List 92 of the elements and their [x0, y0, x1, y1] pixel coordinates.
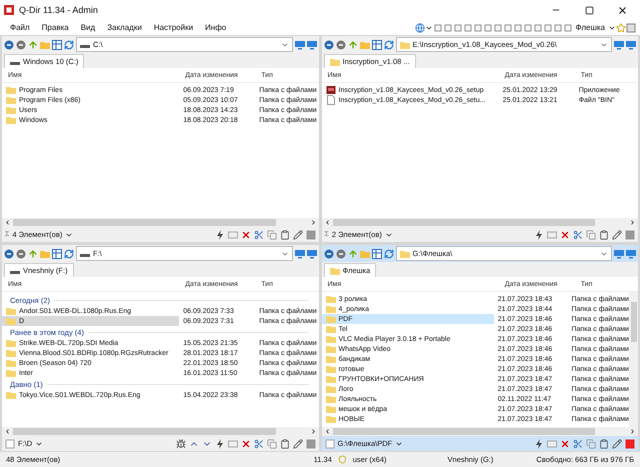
menu-item[interactable]: Настройки	[148, 23, 200, 32]
cut-icon[interactable]	[573, 230, 583, 240]
layout-icon[interactable]	[512, 22, 523, 32]
drive-button[interactable]: Флешка	[572, 23, 608, 32]
layout-icon[interactable]	[442, 22, 453, 32]
up-arrow-icon[interactable]	[348, 248, 358, 258]
folder-icon	[400, 248, 410, 258]
monitor-icon[interactable]	[294, 40, 304, 50]
horizontal-scrollbar[interactable]	[322, 218, 638, 227]
close-icon[interactable]	[616, 4, 628, 16]
globe-icon[interactable]	[414, 22, 425, 32]
maximize-icon[interactable]	[584, 6, 594, 14]
paste-icon[interactable]	[280, 438, 290, 448]
monitor-icon[interactable]	[306, 248, 316, 258]
delete-icon[interactable]	[560, 230, 570, 240]
back-icon[interactable]	[324, 248, 334, 258]
rename-icon[interactable]	[612, 438, 622, 448]
cut-icon[interactable]	[254, 230, 264, 240]
monitor-icon[interactable]	[614, 248, 624, 258]
app-logo-icon[interactable]	[4, 5, 14, 15]
refresh-icon[interactable]	[384, 248, 394, 258]
window-title: Q-Dir 11.34 - Admin	[19, 5, 99, 15]
up-arrow-icon[interactable]	[28, 40, 38, 50]
view-grid-icon[interactable]	[52, 40, 62, 50]
back-icon[interactable]	[4, 40, 14, 50]
delete-icon[interactable]	[240, 230, 250, 240]
layout-icon[interactable]	[552, 22, 563, 32]
layout-icon[interactable]	[462, 22, 473, 32]
cut-icon[interactable]	[254, 438, 264, 448]
layout-icon[interactable]	[522, 22, 533, 32]
refresh-icon[interactable]	[64, 40, 74, 50]
layout-icon[interactable]	[492, 22, 503, 32]
view-grid-icon[interactable]	[52, 248, 62, 258]
application-icon	[326, 85, 336, 95]
vertical-scrollbar[interactable]	[629, 292, 638, 427]
rename-icon[interactable]	[612, 230, 622, 240]
folder-icon	[6, 390, 16, 400]
menu-item[interactable]: Правка	[36, 23, 75, 32]
bug-icon[interactable]	[176, 438, 186, 448]
pane-icon[interactable]	[5, 438, 15, 448]
folder-icon	[330, 266, 340, 276]
layout-icon[interactable]	[562, 22, 573, 32]
layout-icon[interactable]	[542, 22, 553, 32]
menu-item[interactable]: Вид	[74, 23, 102, 32]
view-grid-icon[interactable]	[372, 248, 382, 258]
layout-icon[interactable]	[502, 22, 513, 32]
horizontal-scrollbar[interactable]	[322, 427, 638, 436]
horizontal-scrollbar[interactable]	[2, 427, 318, 436]
up-arrow-icon[interactable]	[348, 40, 358, 50]
refresh-icon[interactable]	[384, 40, 394, 50]
star-icon[interactable]	[616, 22, 626, 32]
rename-icon[interactable]	[292, 230, 302, 240]
forward-icon[interactable]	[336, 40, 346, 50]
layout-icon[interactable]	[452, 22, 463, 32]
lightning-icon[interactable]	[214, 230, 224, 240]
forward-icon[interactable]	[16, 248, 26, 258]
lightning-icon[interactable]	[534, 438, 544, 448]
cut-icon[interactable]	[573, 438, 583, 448]
view-grid-icon[interactable]	[372, 40, 382, 50]
layout-icon[interactable]	[482, 22, 493, 32]
menu-item[interactable]: Инфо	[199, 23, 232, 32]
layout-icon[interactable]	[472, 22, 483, 32]
menu-item[interactable]: Файл	[4, 23, 36, 32]
delete-icon[interactable]	[560, 438, 570, 448]
folder-icon	[400, 40, 410, 50]
back-icon[interactable]	[324, 40, 334, 50]
delete-icon[interactable]	[240, 438, 250, 448]
lightning-icon[interactable]	[534, 230, 544, 240]
monitor-icon[interactable]	[626, 248, 636, 258]
square-icon[interactable]	[626, 22, 636, 32]
monitor-icon[interactable]	[294, 248, 304, 258]
square-icon[interactable]	[625, 438, 635, 448]
layout-icon[interactable]	[532, 22, 543, 32]
shield-icon	[338, 455, 347, 464]
paste-icon[interactable]	[599, 438, 609, 448]
monitor-icon[interactable]	[306, 40, 316, 50]
paste-icon[interactable]	[599, 230, 609, 240]
folder-icon	[330, 56, 340, 66]
horizontal-scrollbar[interactable]	[2, 218, 318, 227]
refresh-icon[interactable]	[64, 248, 74, 258]
pane-icon[interactable]	[324, 438, 334, 448]
paste-icon[interactable]	[280, 230, 290, 240]
forward-icon[interactable]	[336, 248, 346, 258]
file-icon	[326, 95, 336, 105]
menu-item[interactable]: Закладки	[101, 23, 148, 32]
forward-icon[interactable]	[16, 40, 26, 50]
up-arrow-icon[interactable]	[28, 248, 38, 258]
back-icon[interactable]	[4, 248, 14, 258]
monitor-icon[interactable]	[626, 40, 636, 50]
rename-icon[interactable]	[292, 438, 302, 448]
lightning-icon[interactable]	[214, 438, 224, 448]
monitor-icon[interactable]	[614, 40, 624, 50]
